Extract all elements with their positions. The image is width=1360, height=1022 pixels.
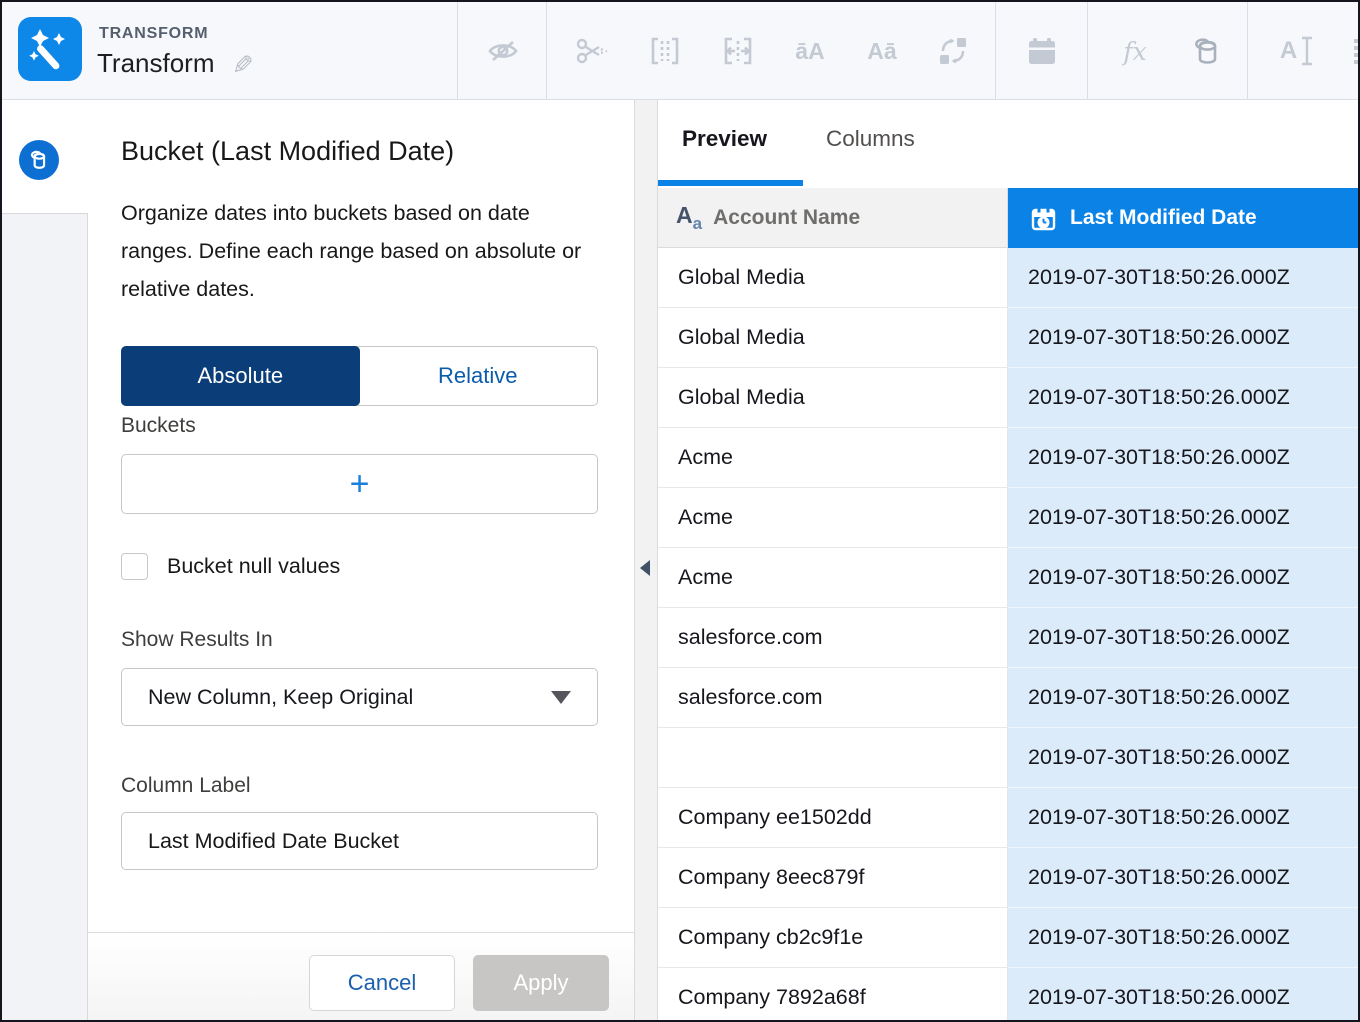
plus-icon: +: [350, 467, 370, 501]
last-modified-date-cell: 2019-07-30T18:50:26.000Z: [1008, 728, 1360, 788]
table-row: Company ee1502dd 2019-07-30T18:50:26.000…: [658, 788, 1360, 848]
apply-button[interactable]: Apply: [473, 955, 609, 1011]
last-modified-date-cell: 2019-07-30T18:50:26.000Z: [1008, 608, 1360, 668]
last-modified-date-cell: 2019-07-30T18:50:26.000Z: [1008, 668, 1360, 728]
show-results-label: Show Results In: [121, 628, 273, 652]
last-modified-date-cell: 2019-07-30T18:50:26.000Z: [1008, 248, 1360, 308]
last-modified-date-cell: 2019-07-30T18:50:26.000Z: [1008, 428, 1360, 488]
bucket-null-checkbox[interactable]: [121, 553, 148, 580]
hide-eye-slash-icon[interactable]: [481, 29, 525, 73]
uppercase-Aa-icon[interactable]: Aā: [860, 29, 904, 73]
column-label-label: Column Label: [121, 774, 251, 798]
chevron-down-icon: [551, 691, 571, 704]
edit-values-text-cursor-icon[interactable]: A: [1275, 29, 1319, 73]
table-row: Acme 2019-07-30T18:50:26.000Z: [658, 488, 1360, 548]
node-name: Transform: [97, 48, 215, 79]
account-name-cell: salesforce.com: [658, 668, 1008, 728]
table-row: salesforce.com 2019-07-30T18:50:26.000Z: [658, 668, 1360, 728]
buckets-label: Buckets: [121, 414, 196, 438]
bucket-node-icon[interactable]: [19, 140, 59, 180]
account-name-cell: Global Media: [658, 368, 1008, 428]
pencil-icon[interactable]: ✎: [232, 50, 254, 81]
tab-preview[interactable]: Preview: [682, 126, 767, 152]
table-row: Global Media 2019-07-30T18:50:26.000Z: [658, 308, 1360, 368]
table-header-row: Aa Account Name Last Modified Date: [658, 188, 1360, 248]
account-name-cell: Acme: [658, 548, 1008, 608]
last-modified-date-cell: 2019-07-30T18:50:26.000Z: [1008, 548, 1360, 608]
cancel-button[interactable]: Cancel: [309, 955, 455, 1011]
magic-wand-icon: [18, 17, 82, 81]
collapse-panel-handle[interactable]: [640, 560, 650, 576]
bucket-null-row: Bucket null values: [121, 552, 340, 580]
formula-fx-icon[interactable]: fx: [1113, 29, 1157, 73]
relative-toggle-button[interactable]: Relative: [359, 347, 598, 405]
column-header-last-modified-date[interactable]: Last Modified Date: [1008, 188, 1360, 248]
last-modified-date-cell: 2019-07-30T18:50:26.000Z: [1008, 368, 1360, 428]
active-tab-underline: [658, 180, 803, 186]
overflow-bars-icon[interactable]: [1336, 29, 1360, 73]
recipe-canvas-edge: [2, 100, 88, 1022]
table-row: 2019-07-30T18:50:26.000Z: [658, 728, 1360, 788]
account-name-cell: Company ee1502dd: [658, 788, 1008, 848]
toolbar-divider: [546, 2, 547, 100]
top-header-bar: TRANSFORM Transform ✎: [2, 2, 1358, 100]
table-row: salesforce.com 2019-07-30T18:50:26.000Z: [658, 608, 1360, 668]
account-name-cell: Acme: [658, 428, 1008, 488]
date-mode-toggle: Absolute Relative: [121, 346, 598, 406]
transform-config-panel: Bucket (Last Modified Date) Organize dat…: [88, 100, 634, 1022]
table-row: Company cb2c9f1e 2019-07-30T18:50:26.000…: [658, 908, 1360, 968]
last-modified-date-cell: 2019-07-30T18:50:26.000Z: [1008, 788, 1360, 848]
toolbar-divider: [995, 2, 996, 100]
table-body: Global Media 2019-07-30T18:50:26.000Z Gl…: [658, 248, 1360, 1022]
account-name-cell: Global Media: [658, 248, 1008, 308]
preview-panel: Preview Columns Aa Account Name Last Mod…: [658, 100, 1360, 1022]
last-modified-date-cell: 2019-07-30T18:50:26.000Z: [1008, 908, 1360, 968]
account-name-cell: Company 7892a68f: [658, 968, 1008, 1022]
last-modified-date-cell: 2019-07-30T18:50:26.000Z: [1008, 488, 1360, 548]
lowercase-aA-icon[interactable]: āA: [788, 29, 832, 73]
calendar-icon[interactable]: [1020, 29, 1064, 73]
last-modified-date-cell: 2019-07-30T18:50:26.000Z: [1008, 308, 1360, 368]
panel-divider: [634, 100, 658, 1022]
account-name-cell: Company 8eec879f: [658, 848, 1008, 908]
add-bucket-button[interactable]: +: [121, 454, 598, 514]
column-header-account-name[interactable]: Aa Account Name: [658, 188, 1008, 248]
table-row: Company 8eec879f 2019-07-30T18:50:26.000…: [658, 848, 1360, 908]
column-label-input[interactable]: Last Modified Date Bucket: [121, 812, 598, 870]
panel-description: Organize dates into buckets based on dat…: [121, 194, 596, 308]
last-modified-date-cell: 2019-07-30T18:50:26.000Z: [1008, 848, 1360, 908]
node-type-label: TRANSFORM: [99, 25, 208, 43]
replace-swap-icon[interactable]: [931, 29, 975, 73]
account-name-cell: Company cb2c9f1e: [658, 908, 1008, 968]
tab-columns[interactable]: Columns: [826, 126, 915, 152]
account-name-cell: Acme: [658, 488, 1008, 548]
show-results-select[interactable]: New Column, Keep Original: [121, 668, 598, 726]
column-label-value: Last Modified Date Bucket: [148, 829, 399, 854]
last-modified-date-cell: 2019-07-30T18:50:26.000Z: [1008, 968, 1360, 1022]
bucket-icon[interactable]: [1185, 29, 1229, 73]
table-row: Acme 2019-07-30T18:50:26.000Z: [658, 428, 1360, 488]
toolbar-divider: [1247, 2, 1248, 100]
bucket-null-label: Bucket null values: [167, 554, 340, 579]
extract-brackets-icon[interactable]: [643, 29, 687, 73]
toolbar-divider: [1087, 2, 1088, 100]
split-columns-icon[interactable]: [716, 29, 760, 73]
calendar-clock-icon: [1030, 205, 1057, 232]
account-name-cell: [658, 728, 1008, 788]
table-row: Global Media 2019-07-30T18:50:26.000Z: [658, 368, 1360, 428]
canvas-background: [2, 213, 88, 1022]
show-results-value: New Column, Keep Original: [148, 685, 413, 710]
account-name-cell: Global Media: [658, 308, 1008, 368]
table-row: Company 7892a68f 2019-07-30T18:50:26.000…: [658, 968, 1360, 1022]
absolute-toggle-button[interactable]: Absolute: [121, 346, 360, 406]
panel-title: Bucket (Last Modified Date): [121, 136, 454, 167]
toolbar-divider: [457, 2, 458, 100]
account-name-cell: salesforce.com: [658, 608, 1008, 668]
app-window: TRANSFORM Transform ✎: [0, 0, 1360, 1022]
text-Aa-icon: Aa: [676, 204, 702, 232]
table-row: Acme 2019-07-30T18:50:26.000Z: [658, 548, 1360, 608]
table-row: Global Media 2019-07-30T18:50:26.000Z: [658, 248, 1360, 308]
panel-footer: Cancel Apply: [88, 932, 634, 1022]
scissors-trim-icon[interactable]: [570, 29, 614, 73]
